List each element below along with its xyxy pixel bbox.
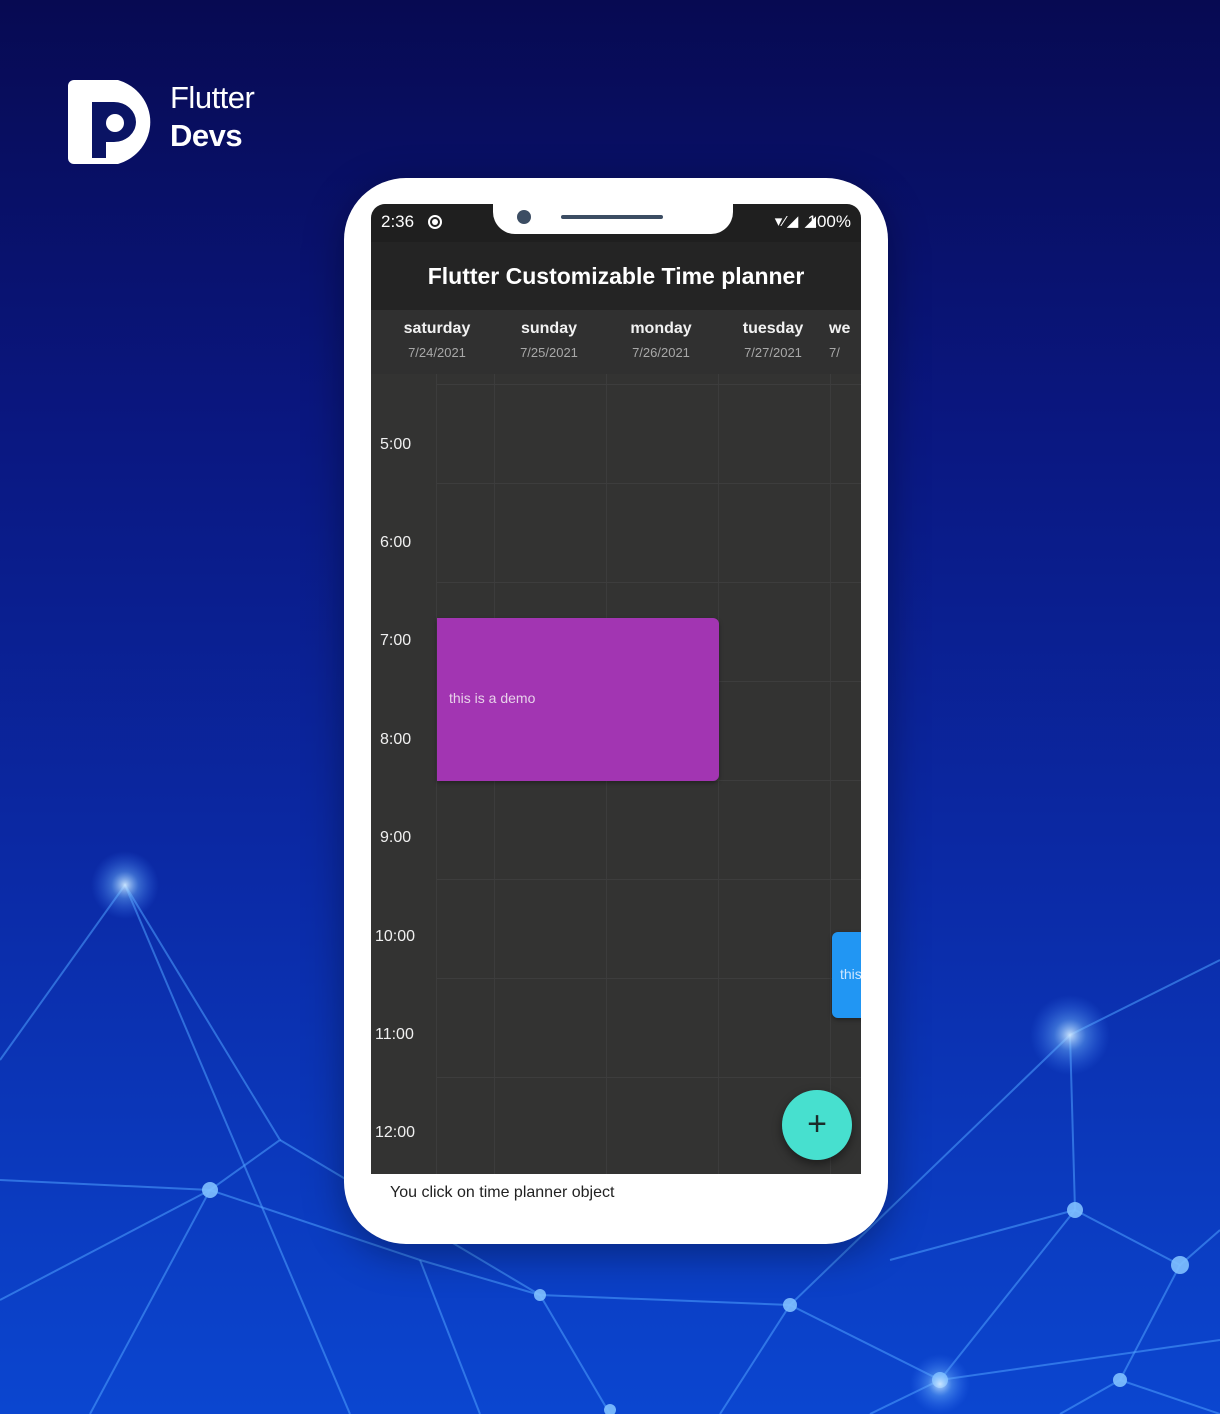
phone-frame: 2:36 ▾⁄◢ ◢ 100% Flutter Customizable Tim… xyxy=(344,178,888,1244)
status-time: 2:36 xyxy=(381,212,415,231)
app-bar: Flutter Customizable Time planner xyxy=(371,242,861,310)
hour-label: 9:00 xyxy=(380,829,412,846)
grid-line xyxy=(437,582,861,583)
time-planner[interactable]: saturday 7/24/2021 sunday 7/25/2021 mond… xyxy=(371,310,861,1174)
day-header-row: saturday 7/24/2021 sunday 7/25/2021 mond… xyxy=(371,310,861,374)
front-camera xyxy=(517,210,531,224)
day-date: 7/25/2021 xyxy=(520,345,578,360)
grid-line xyxy=(437,879,861,880)
add-event-fab[interactable]: + xyxy=(782,1090,852,1160)
event-label: this is a demo xyxy=(449,690,536,706)
day-name: monday xyxy=(630,320,692,337)
hour-label: 5:00 xyxy=(380,436,412,453)
day-header-tuesday[interactable]: tuesday 7/27/2021 xyxy=(717,320,829,360)
logo-wordmark: Flutter Devs xyxy=(170,78,255,153)
grid-line xyxy=(437,978,861,979)
day-date: 7/ xyxy=(829,345,840,360)
grid-line xyxy=(437,1077,861,1078)
event-tile[interactable]: this is a demo xyxy=(437,618,719,781)
flutterdevs-logo-icon xyxy=(68,80,151,164)
day-header-wednesday[interactable]: we 7/ xyxy=(829,320,861,360)
day-name: sunday xyxy=(520,320,577,337)
day-header-monday[interactable]: monday 7/26/2021 xyxy=(605,320,717,360)
event-tile[interactable]: this xyxy=(832,932,861,1018)
logo-line-2: Devs xyxy=(170,118,243,153)
day-date: 7/26/2021 xyxy=(632,345,690,360)
event-label: this xyxy=(840,966,861,982)
hour-label: 11:00 xyxy=(375,1026,414,1043)
grid-line xyxy=(830,374,831,1174)
hour-label: 6:00 xyxy=(380,534,412,551)
battery-level: 100% xyxy=(807,212,851,231)
earpiece-speaker xyxy=(561,215,663,219)
phone-notch xyxy=(493,204,733,234)
hour-label: 8:00 xyxy=(380,731,412,748)
day-name: we xyxy=(829,320,851,337)
day-header-sunday[interactable]: sunday 7/25/2021 xyxy=(493,320,605,360)
day-header-saturday[interactable]: saturday 7/24/2021 xyxy=(381,320,493,360)
status-record-icon xyxy=(428,215,442,229)
grid-line xyxy=(437,384,861,385)
plus-icon: + xyxy=(807,1105,827,1143)
snackbar-message: You click on time planner object xyxy=(390,1184,615,1201)
grid-line xyxy=(437,483,861,484)
day-name: saturday xyxy=(403,320,471,337)
day-date: 7/27/2021 xyxy=(744,345,802,360)
snackbar: You click on time planner object xyxy=(371,1174,861,1214)
hour-label: 12:00 xyxy=(375,1124,416,1141)
flutterdevs-logo: Flutter Devs xyxy=(66,76,266,168)
phone-screen: 2:36 ▾⁄◢ ◢ 100% Flutter Customizable Tim… xyxy=(371,204,861,1214)
day-date: 7/24/2021 xyxy=(408,345,466,360)
hour-label: 7:00 xyxy=(380,632,412,649)
day-name: tuesday xyxy=(742,320,804,337)
app-bar-title: Flutter Customizable Time planner xyxy=(427,263,805,289)
hour-label: 10:00 xyxy=(375,928,416,945)
logo-line-1: Flutter xyxy=(170,80,255,115)
